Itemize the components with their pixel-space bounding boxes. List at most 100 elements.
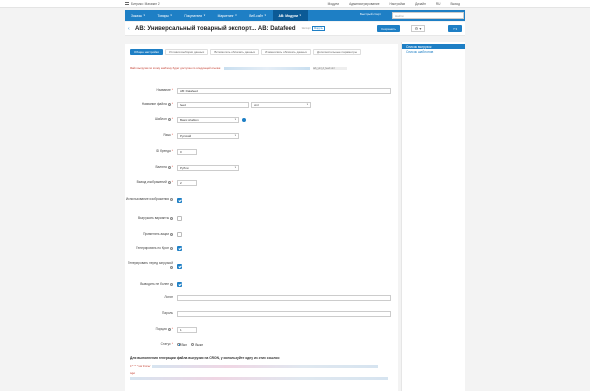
step-input[interactable]: 1 [177, 326, 197, 333]
tab-data-helpers[interactable]: Вспомогать облачать данных [210, 49, 260, 55]
tab-general[interactable]: Общие настройки [130, 49, 163, 55]
cron-line-1-blurred[interactable] [152, 364, 379, 368]
chevron-down-icon: ▼ [169, 14, 173, 17]
filename-input[interactable]: feed [177, 101, 249, 108]
breadcrumb-export[interactable]: Экспорт [302, 27, 311, 30]
images-limit-input[interactable]: 2 [177, 179, 197, 186]
row-password: Пароль [125, 309, 398, 318]
gen-cron-label: Генерировать по Крон? [136, 245, 173, 250]
login-input[interactable] [177, 294, 391, 301]
save-button[interactable]: Сохранить [377, 25, 400, 32]
nav-item-website[interactable]: Веб-сайт ▼ [243, 10, 272, 21]
currency-select[interactable]: Рубли ▾ [177, 164, 239, 171]
row-gen-cron: Генерировать по Крон? [125, 244, 398, 253]
row-template: Шаблон? * Basic shablon ▾ [125, 115, 398, 124]
row-resize-images: Использование изображения? [125, 194, 398, 206]
help-icon[interactable]: ? [170, 246, 173, 250]
template-select[interactable]: Basic shablon ▾ [177, 116, 239, 123]
search-input[interactable]: Найти [392, 12, 464, 19]
top-item-design[interactable]: Дизайн [415, 2, 426, 6]
export-url-tail[interactable]: /ab_yml_d_feed.xml [312, 67, 347, 70]
row-currency: Валюта? * Рубли ▾ [125, 163, 398, 172]
step-label: Порция? * [155, 326, 173, 331]
password-input[interactable] [177, 310, 391, 317]
help-icon[interactable]: ? [170, 216, 173, 220]
cron-line-1: 0 * * * * /usr /home/ [130, 364, 379, 368]
quick-start-link[interactable]: Быстрый старт [360, 12, 381, 16]
breadcrumb-module[interactable]: Модуль [311, 26, 325, 31]
chevron-down-icon: ▼ [264, 14, 267, 17]
gear-menu-button[interactable]: ⚙ ▾ [411, 25, 425, 32]
chevron-down-icon: ▾ [234, 134, 236, 137]
tab-bar: Общие настройки Условия выборки данных В… [130, 49, 362, 55]
language-select[interactable]: Русский ▾ [177, 132, 239, 139]
nav-item-ab-modules[interactable]: AB: Модули ▼ [272, 10, 308, 21]
status-on-label: Вкл [181, 342, 187, 347]
chevron-down-icon: ▼ [203, 14, 206, 17]
help-icon[interactable]: ? [170, 198, 173, 202]
name-input[interactable]: AB: Datafeed [177, 87, 391, 94]
help-icon[interactable]: ? [170, 266, 173, 269]
info-icon[interactable] [242, 117, 246, 122]
row-brand-id: ID бренда* 0 [125, 147, 398, 156]
row-apply-discounts: Применять акции? [125, 230, 398, 239]
status-off-radio[interactable] [190, 342, 195, 347]
apply-discounts-label: Применять акции? [143, 231, 173, 236]
show-limit-label: Выводить не более? [140, 281, 173, 286]
status-label: Статус* [160, 341, 173, 346]
help-icon[interactable]: ? [167, 180, 171, 184]
row-unload-variants: Выгружать варианты? [125, 214, 398, 223]
top-item-settings[interactable]: Настройки [389, 2, 405, 6]
help-icon[interactable]: ? [167, 117, 171, 121]
gen-before-label: Генерировать перед загрузкой? [127, 261, 173, 269]
tab-extra-params[interactable]: Дополнительные параметры [312, 49, 362, 55]
chevron-down-icon: ▼ [299, 14, 302, 17]
gen-before-checkbox[interactable] [177, 263, 182, 269]
status-off-label: Выкл [195, 342, 204, 347]
unload-variants-label: Выгружать варианты? [137, 215, 173, 220]
unload-variants-checkbox[interactable] [177, 216, 182, 221]
page-header: ‹ AB: Универсальный товарный экспорт... … [125, 22, 465, 36]
images-limit-label: Вывод изображений? * [136, 179, 173, 184]
top-item-lang[interactable]: RU [436, 2, 441, 6]
row-language: Язык* Русский ▾ [125, 131, 398, 140]
gen-cron-checkbox[interactable] [177, 246, 182, 251]
nav-item-customers[interactable]: Покупатели ▼ [178, 10, 211, 21]
nav-item-marketing[interactable]: Маркетинг ▼ [212, 10, 244, 21]
chevron-down-icon: ▼ [143, 14, 146, 17]
nav-item-products[interactable]: Товары ▼ [152, 10, 179, 21]
help-icon[interactable]: ? [167, 102, 171, 106]
help-icon[interactable]: ? [167, 327, 171, 331]
hamburger-menu-icon[interactable] [125, 2, 129, 5]
hint-text: Файл выгрузки по этому шаблону будет дос… [130, 67, 221, 70]
language-label: Язык* [163, 132, 173, 137]
cron-line-3-blurred[interactable] [130, 376, 388, 380]
sidebar-item-templates[interactable]: Список шаблонов [402, 49, 465, 54]
file-ext-select[interactable]: xml ▾ [251, 101, 311, 108]
brand-id-input[interactable]: 0 [177, 148, 197, 155]
top-right-menu: Модули Администрирование Настройки Дизай… [328, 2, 460, 6]
site-brand[interactable]: Битрикс: Магазин 2 [131, 2, 160, 6]
row-gen-before: Генерировать перед загрузкой? [125, 260, 398, 272]
help-button[interactable]: ? ▾ [448, 25, 462, 32]
help-icon[interactable]: ? [167, 165, 171, 169]
chevron-down-icon: ▾ [306, 103, 308, 106]
apply-discounts-checkbox[interactable] [177, 232, 182, 237]
help-icon[interactable]: ? [170, 282, 173, 286]
row-status: Статус* Вкл Выкл [125, 340, 398, 349]
help-icon[interactable]: ? [170, 232, 173, 236]
nav-item-orders[interactable]: Заказы ▼ [125, 10, 152, 21]
show-limit-checkbox[interactable] [177, 282, 182, 287]
top-item-admin[interactable]: Администрирование [349, 2, 379, 6]
settings-form-panel: Общие настройки Условия выборки данных В… [125, 44, 398, 391]
row-name: Название* AB: Datafeed [125, 86, 398, 95]
back-arrow-icon[interactable]: ‹ [128, 26, 133, 32]
resize-images-checkbox[interactable] [177, 197, 182, 203]
status-on-radio[interactable] [177, 342, 181, 347]
cron-note: Для выполнения генерации файла выгрузки … [130, 356, 281, 360]
tab-conditions[interactable]: Условия выборки данных [164, 49, 209, 55]
row-filename: Название файла? * feed xml ▾ [125, 100, 398, 109]
top-item-modules[interactable]: Модули [328, 2, 339, 6]
tab-data-changes[interactable]: Изменялись облачать данных [261, 49, 311, 55]
top-item-logout[interactable]: Выход [450, 2, 460, 6]
